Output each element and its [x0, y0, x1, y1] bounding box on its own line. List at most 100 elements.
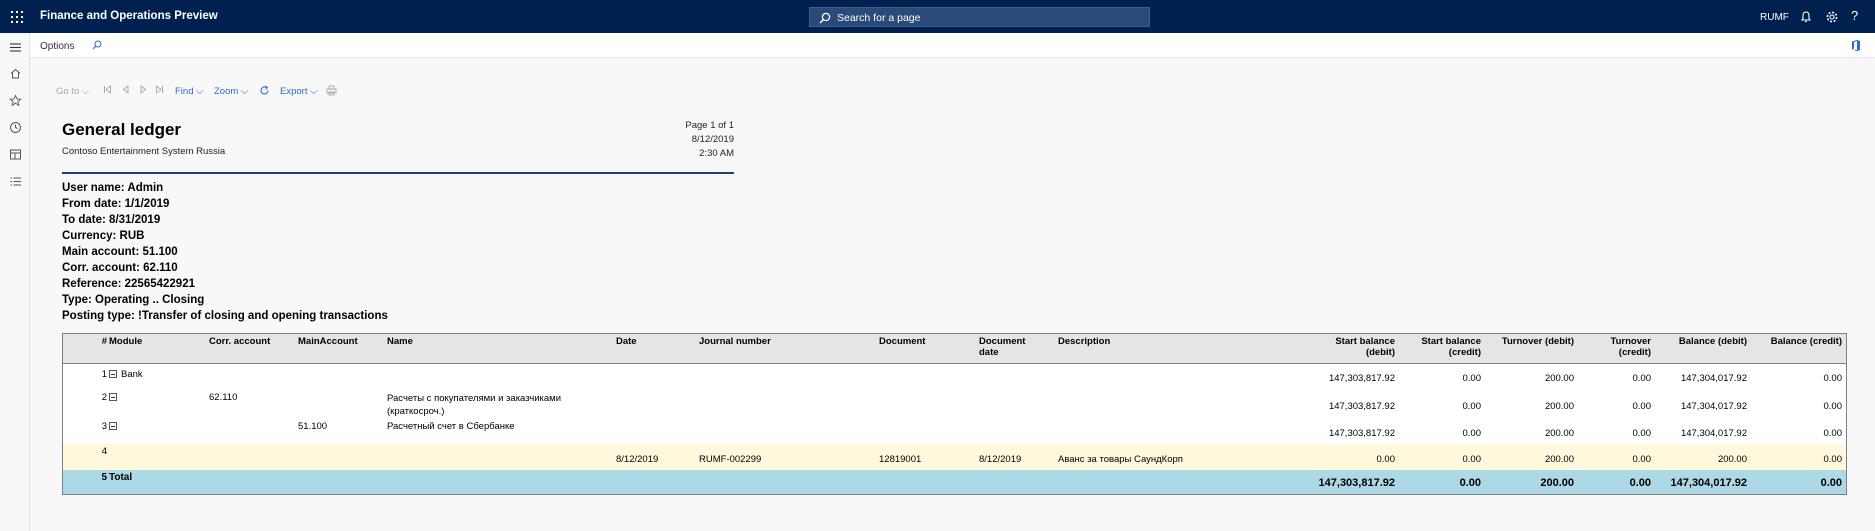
hamburger-menu-icon[interactable] [9, 41, 22, 54]
previous-page-icon[interactable] [121, 85, 130, 94]
date-cell: 8/12/2019 [616, 454, 659, 465]
options-tab[interactable]: Options [40, 41, 74, 52]
search-icon[interactable] [92, 40, 102, 50]
module-cell: Bank [121, 369, 143, 380]
workspaces-icon[interactable] [9, 148, 22, 161]
modules-list-icon[interactable] [9, 175, 22, 188]
balance-credit-cell: 0.00 [1823, 454, 1843, 465]
param-to-date: To date: 8/31/2019 [62, 214, 161, 226]
page-number: Page 1 of 1 [685, 120, 734, 131]
param-posting-type: Posting type: !Transfer of closing and o… [62, 310, 388, 322]
total-label: Total [109, 472, 133, 483]
total-start-debit: 147,303,817.92 [1318, 477, 1395, 489]
find-button[interactable]: Find ⌵ [175, 86, 203, 97]
turnover-debit-cell: 200.00 [1544, 428, 1574, 439]
navigation-rail [0, 33, 30, 531]
col-header-module: Module [109, 336, 143, 347]
start-debit-cell: 147,303,817.92 [1328, 401, 1395, 412]
col-header-document: Document [879, 336, 926, 347]
turnover-credit-cell: 0.00 [1632, 454, 1652, 465]
journal-number-cell: RUMF-002299 [699, 454, 762, 465]
param-reference: Reference: 22565422921 [62, 278, 195, 290]
turnover-credit-cell: 0.00 [1632, 428, 1652, 439]
table-row[interactable]: 3 51.100 Расчетный счет в Сбербанке 147,… [63, 418, 1846, 444]
balance-credit-cell: 0.00 [1823, 373, 1843, 384]
turnover-credit-cell: 0.00 [1632, 401, 1652, 412]
goto-label: Go to [56, 86, 80, 97]
document-date-cell: 8/12/2019 [979, 454, 1022, 465]
goto-button[interactable]: Go to ⌵ [56, 86, 89, 97]
col-header-name: Name [387, 336, 413, 347]
col-header-main-account: MainAccount [298, 336, 358, 347]
main-account-cell: 51.100 [298, 421, 328, 432]
top-nav-bar: Finance and Operations Preview Search fo… [0, 0, 1875, 33]
param-main-account: Main account: 51.100 [62, 246, 178, 258]
total-start-credit: 0.00 [1459, 477, 1481, 489]
start-debit-cell: 147,303,817.92 [1328, 428, 1395, 439]
start-debit-cell: 0.00 [1376, 454, 1396, 465]
table-row[interactable]: 4 8/12/2019 RUMF-002299 12819001 8/12/20… [63, 444, 1846, 470]
ledger-table: # Module Corr. account MainAccount Name … [62, 333, 1847, 495]
refresh-icon[interactable] [259, 85, 270, 96]
total-balance-debit: 147,304,017.92 [1670, 477, 1747, 489]
row-number: 1 [101, 369, 107, 380]
print-icon[interactable] [326, 85, 337, 96]
start-credit-cell: 0.00 [1462, 428, 1482, 439]
turnover-debit-cell: 200.00 [1544, 401, 1574, 412]
search-placeholder: Search for a page [837, 12, 921, 24]
row-number: 2 [101, 392, 107, 403]
company-picker[interactable]: RUMF [1760, 12, 1789, 23]
report-company: Contoso Entertainment System Russia [62, 146, 226, 157]
col-header-journal: Journal number [699, 336, 771, 347]
param-currency: Currency: RUB [62, 230, 145, 242]
total-balance-credit: 0.00 [1820, 477, 1842, 489]
name-cell: Расчеты с покупателями и заказчиками (кр… [387, 393, 562, 417]
row-number: 5 [101, 472, 107, 483]
help-icon[interactable]: ? [1851, 8, 1858, 23]
zoom-button[interactable]: Zoom ⌵ [214, 86, 248, 97]
table-row[interactable]: 2 62.110 Расчеты с покупателями и заказч… [63, 389, 1846, 418]
report-date: 8/12/2019 [691, 134, 734, 145]
total-row: 5 Total 147,303,817.92 0.00 200.00 0.00 … [63, 470, 1846, 494]
action-pane: Options [30, 33, 1875, 58]
recent-clock-icon[interactable] [9, 121, 22, 134]
start-debit-cell: 147,303,817.92 [1328, 373, 1395, 384]
export-button[interactable]: Export ⌵ [280, 86, 317, 97]
table-row[interactable]: 1 Bank 147,303,817.92 0.00 200.00 0.00 1… [63, 365, 1846, 389]
start-credit-cell: 0.00 [1462, 373, 1482, 384]
col-header-balance-credit: Balance (credit) [1770, 336, 1842, 347]
collapse-icon[interactable] [109, 393, 117, 401]
col-header-start-debit: Start balance (debit) [1335, 336, 1395, 358]
balance-debit-cell: 200.00 [1717, 454, 1747, 465]
description-cell: Аванс за товары СаундКорп [1058, 454, 1183, 465]
app-title[interactable]: Finance and Operations Preview [40, 10, 218, 22]
report-time: 2:30 AM [699, 148, 734, 159]
header-divider [62, 172, 734, 174]
next-page-icon[interactable] [139, 85, 148, 94]
bell-icon[interactable] [1799, 10, 1813, 24]
zoom-label: Zoom [214, 86, 239, 97]
app-launcher-icon[interactable] [11, 11, 23, 23]
col-header-turnover-credit: Turnover (credit) [1610, 336, 1651, 358]
param-corr-account: Corr. account: 62.110 [62, 262, 178, 274]
col-header-document-date: Document date [979, 336, 1026, 358]
first-page-icon[interactable] [103, 85, 112, 94]
page-search-box[interactable]: Search for a page [809, 7, 1150, 27]
col-header-turnover-debit: Turnover (debit) [1501, 336, 1574, 347]
param-user-name: User name: Admin [62, 182, 164, 194]
collapse-icon[interactable] [109, 370, 117, 378]
export-label: Export [280, 86, 308, 97]
gear-icon[interactable] [1825, 10, 1839, 24]
last-page-icon[interactable] [155, 85, 164, 94]
turnover-debit-cell: 200.00 [1544, 454, 1574, 465]
collapse-icon[interactable] [109, 422, 117, 430]
param-type: Type: Operating .. Closing [62, 294, 205, 306]
col-header-date: Date [616, 336, 637, 347]
balance-credit-cell: 0.00 [1823, 428, 1843, 439]
col-header-number: # [101, 336, 107, 347]
home-icon[interactable] [9, 67, 22, 80]
balance-debit-cell: 147,304,017.92 [1680, 428, 1747, 439]
search-icon [819, 12, 831, 24]
favorites-star-icon[interactable] [9, 94, 22, 107]
office-icon[interactable] [1851, 39, 1861, 52]
